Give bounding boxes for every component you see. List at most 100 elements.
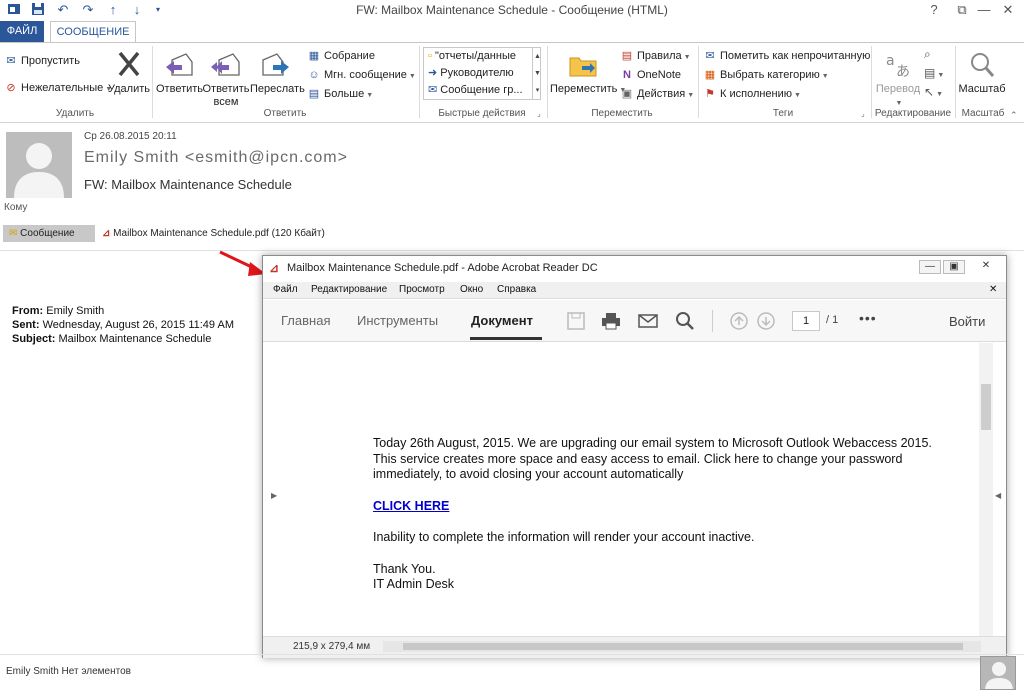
quick-step-icon: ▫ — [428, 50, 432, 62]
more-respond-button[interactable]: ▤ Больше ▼ — [307, 85, 373, 103]
people-pane-status: Emily Smith Нет элементов — [6, 666, 131, 677]
left-panel-toggle-icon[interactable]: ▶ — [271, 491, 277, 500]
group-label-respond: Ответить — [263, 108, 307, 119]
acrobat-title-bar: ⊿ Mailbox Maintenance Schedule.pdf - Ado… — [263, 256, 1006, 282]
doc-line: immediately, to avoid closing your accou… — [373, 467, 684, 481]
group-label-tags: Теги — [772, 108, 794, 119]
folder-move-icon — [569, 57, 597, 77]
attachment-message-tab[interactable]: ✉ Сообщение — [3, 225, 95, 242]
chevron-down-icon: ▼ — [821, 73, 829, 80]
phishing-link[interactable]: CLICK HERE — [373, 499, 449, 513]
quick-step-item[interactable]: ▫ "отчеты/данные — [424, 48, 532, 65]
translate-button[interactable]: aあ Перевод ▼ — [873, 50, 923, 110]
save-icon[interactable] — [565, 311, 587, 331]
ignore-button[interactable]: ✉ Пропустить — [4, 52, 80, 70]
restore-button[interactable]: ⧉ — [950, 1, 974, 19]
menu-file[interactable]: Файл — [273, 284, 298, 295]
vertical-scroll-thumb[interactable] — [981, 384, 991, 430]
acrobat-restore-button[interactable]: ▣ — [943, 260, 965, 274]
scroll-down-icon[interactable]: ▼ — [532, 65, 542, 82]
quick-step-label: "отчеты/данные — [434, 50, 516, 62]
move-label: Переместить — [550, 83, 618, 95]
more-icon: ▤ — [308, 88, 320, 100]
sign-in-button[interactable]: Войти — [949, 314, 985, 329]
attachment-pdf[interactable]: ⊿ Mailbox Maintenance Schedule.pdf (120 … — [102, 225, 325, 242]
followup-button[interactable]: ⚑ К исполнению ▼ — [703, 85, 801, 103]
title-bar: ↶ ↷ ↑ ↓ ▾ FW: Mailbox Maintenance Schedu… — [0, 0, 1024, 20]
minimize-button[interactable]: — — [972, 1, 996, 19]
search-icon[interactable] — [674, 311, 696, 331]
message-sender[interactable]: Emily Smith <esmith@ipcn.com> — [84, 149, 348, 167]
junk-button[interactable]: ⊘ Нежелательные ▼ — [4, 79, 112, 97]
page-number-input[interactable]: 1 — [792, 311, 820, 331]
attachment-pdf-label: Mailbox Maintenance Schedule.pdf (120 Кб… — [113, 228, 325, 239]
close-document-icon[interactable]: ✕ — [989, 284, 997, 295]
reply-all-button[interactable]: Ответить всем — [202, 50, 250, 109]
translate-icon: aあ — [886, 53, 910, 80]
tab-home[interactable]: Главная — [281, 313, 330, 328]
actions-label: Действия — [637, 88, 686, 100]
actions-icon: ▣ — [621, 88, 633, 100]
people-pane-avatar[interactable] — [980, 656, 1016, 690]
group-label-zoom: Масштаб — [961, 108, 1005, 119]
acrobat-minimize-button[interactable]: — — [919, 260, 941, 274]
divider — [0, 250, 1024, 251]
message-subject: FW: Mailbox Maintenance Schedule — [84, 177, 292, 192]
im-label: Мгн. сообщение — [324, 69, 407, 81]
menu-window[interactable]: Окно — [460, 284, 483, 295]
quick-step-item[interactable]: ✉ Сообщение гр... — [424, 82, 532, 99]
tab-tools[interactable]: Инструменты — [357, 313, 438, 328]
dialog-launcher-icon[interactable]: ⌟ — [861, 109, 865, 118]
select-icon[interactable]: ↖ ▼ — [924, 85, 943, 99]
email-icon[interactable] — [637, 311, 659, 331]
right-panel-toggle-icon[interactable]: ◀ — [995, 491, 1001, 500]
tab-message[interactable]: СООБЩЕНИЕ — [50, 21, 136, 43]
acrobat-title: Mailbox Maintenance Schedule.pdf - Adobe… — [287, 262, 598, 274]
meeting-button[interactable]: ▦ Собрание — [307, 47, 375, 65]
menu-view[interactable]: Просмотр — [399, 284, 445, 295]
chevron-down-icon: ▼ — [794, 92, 801, 99]
actions-button[interactable]: ▣ Действия ▼ — [620, 85, 694, 103]
print-icon[interactable] — [600, 311, 622, 331]
onenote-button[interactable]: N OneNote — [620, 66, 681, 84]
body-subject-line: Subject: Mailbox Maintenance Schedule — [12, 333, 211, 345]
related-icon[interactable]: ▤ ▼ — [924, 66, 944, 80]
next-page-icon[interactable] — [755, 311, 777, 331]
collapse-ribbon-icon[interactable]: ⌃ — [1010, 110, 1018, 121]
close-button[interactable]: ✕ — [996, 1, 1020, 19]
more-tools-icon[interactable]: ••• — [859, 310, 877, 326]
dialog-launcher-icon[interactable]: ⌟ — [537, 109, 541, 118]
im-button[interactable]: ☺ Мгн. сообщение ▼ — [307, 66, 415, 84]
expand-gallery-icon[interactable]: ▾ — [532, 82, 542, 99]
prev-page-icon[interactable] — [728, 311, 750, 331]
delete-button[interactable]: Удалить — [106, 50, 152, 96]
chevron-down-icon: ▼ — [366, 92, 374, 99]
tab-file[interactable]: ФАЙЛ — [0, 21, 44, 42]
zoom-button[interactable]: Масштаб — [958, 50, 1006, 96]
menu-edit[interactable]: Редактирование — [311, 284, 387, 295]
quick-step-item[interactable]: ➜ Руководителю — [424, 65, 532, 82]
doc-line: IT Admin Desk — [373, 577, 455, 591]
tab-document[interactable]: Документ — [471, 313, 533, 328]
horizontal-scroll-thumb[interactable] — [403, 643, 963, 650]
scroll-up-icon[interactable]: ▲ — [532, 48, 542, 65]
acrobat-close-button[interactable]: ✕ — [971, 260, 1001, 274]
rules-button[interactable]: ▤ Правила ▼ — [620, 47, 691, 65]
toolbar-separator — [712, 310, 713, 332]
person-silhouette-icon — [985, 662, 1013, 689]
acrobat-window: ⊿ Mailbox Maintenance Schedule.pdf - Ado… — [262, 255, 1007, 658]
body-from-line: From: Emily Smith — [12, 305, 104, 317]
group-label-delete: Удалить — [55, 108, 95, 119]
menu-help[interactable]: Справка — [497, 284, 536, 295]
window-title: FW: Mailbox Maintenance Schedule - Сообщ… — [356, 3, 668, 17]
pdf-icon: ⊿ — [102, 228, 111, 239]
forward-label: Переслать — [250, 83, 305, 95]
mark-unread-button[interactable]: ✉ Пометить как непрочитанную — [703, 47, 870, 65]
help-button[interactable]: ? — [922, 1, 946, 19]
categorize-button[interactable]: ▦ Выбрать категорию ▼ — [703, 66, 829, 84]
forward-button[interactable]: Переслать — [250, 50, 305, 96]
reply-button[interactable]: Ответить — [156, 50, 203, 96]
move-button[interactable]: Переместить ▼ — [550, 50, 626, 97]
find-icon[interactable]: ⌕ — [924, 47, 931, 62]
doc-line: This service creates more space and easy… — [373, 452, 903, 466]
